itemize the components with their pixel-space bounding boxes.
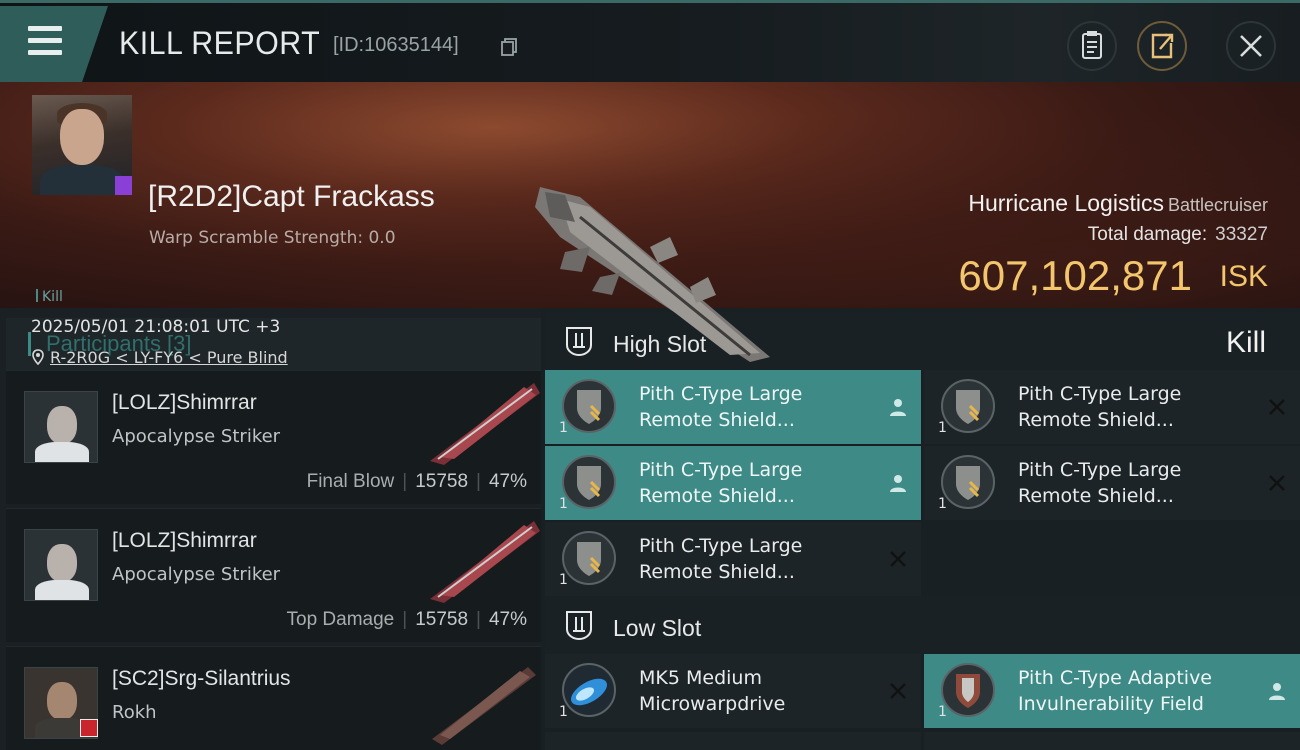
low-slot-header: Low Slot bbox=[545, 596, 1300, 656]
shield-booster-icon bbox=[562, 379, 616, 433]
module-qty: 1 bbox=[938, 420, 947, 436]
victim-ship-image bbox=[535, 187, 770, 362]
participant-avatar[interactable] bbox=[24, 391, 98, 463]
module-name: Pith C-Type Large Remote Shield... bbox=[639, 535, 803, 583]
participant-name: [LOLZ]Shimrrar bbox=[112, 529, 257, 552]
participant-stats: Top Damage | 15758 | 47% bbox=[286, 609, 527, 630]
clipboard-icon bbox=[1082, 31, 1102, 59]
ship-name[interactable]: Hurricane Logistics bbox=[968, 190, 1164, 216]
module-name: Pith C-Type Adaptive Invulnerability Fie… bbox=[1018, 667, 1212, 715]
kill-report-window: KILL REPORT [ID:10635144] [R2D2]Capt Fra… bbox=[0, 0, 1300, 750]
participant-ship-image bbox=[430, 383, 540, 465]
participant-ship-image bbox=[432, 667, 536, 745]
module-name: Pith C-Type Large Remote Shield... bbox=[1018, 383, 1182, 431]
participant-damage: 15758 bbox=[415, 609, 469, 630]
top-bar: KILL REPORT [ID:10635144] bbox=[0, 0, 1300, 82]
kill-location[interactable]: R-2R0G < LY-FY6 < Pure Blind bbox=[32, 348, 288, 367]
participants-panel: Participants [3] [LOLZ]Shimrrar Apocalyp… bbox=[0, 308, 541, 750]
module-qty: 1 bbox=[938, 496, 947, 512]
location-pin-icon bbox=[32, 349, 44, 366]
participant-percent: 47% bbox=[488, 471, 527, 492]
participant-ship: Apocalypse Striker bbox=[112, 564, 281, 585]
low-slot-icon bbox=[566, 611, 592, 641]
destroyed-x-icon bbox=[1269, 475, 1285, 491]
dropped-person-icon bbox=[890, 399, 906, 416]
module-name: MK5 Medium Microwarpdrive bbox=[639, 667, 786, 715]
shield-booster-icon bbox=[941, 379, 995, 433]
module-slot[interactable]: 1 Pith C-Type Large Remote Shield... bbox=[924, 446, 1300, 520]
module-qty: 1 bbox=[559, 496, 568, 512]
module-slot[interactable]: 1 Pith C-Type Large Remote Shield... bbox=[545, 446, 921, 520]
module-qty: 1 bbox=[559, 420, 568, 436]
corp-badge-icon bbox=[80, 719, 98, 737]
participant-avatar[interactable] bbox=[24, 529, 98, 601]
destroyed-x-icon bbox=[1269, 399, 1285, 415]
participant-ship-image bbox=[430, 521, 540, 603]
module-slot[interactable]: 1 Pith C-Type Large Remote Shield... bbox=[545, 522, 921, 596]
close-icon bbox=[1240, 35, 1262, 57]
kill-tag: Kill bbox=[36, 289, 63, 305]
low-slot-title: Low Slot bbox=[613, 615, 702, 641]
close-button[interactable] bbox=[1226, 21, 1276, 71]
invulnerability-field-icon bbox=[941, 663, 995, 717]
participant-row[interactable]: [LOLZ]Shimrrar Apocalypse Striker Final … bbox=[6, 370, 541, 504]
fitting-panel: High Slot 1 Pith C-Type Large Remote Shi… bbox=[541, 308, 1300, 750]
total-damage-value: 33327 bbox=[1215, 224, 1268, 245]
clipboard-button[interactable] bbox=[1067, 21, 1117, 71]
warp-scramble-strength: Warp Scramble Strength: 0.0 bbox=[149, 228, 396, 248]
participant-name: [SC2]Srg-Silantrius bbox=[112, 667, 291, 690]
destroyed-x-icon bbox=[890, 551, 906, 567]
destroyed-x-icon bbox=[890, 683, 906, 699]
location-link[interactable]: R-2R0G < LY-FY6 < Pure Blind bbox=[50, 348, 288, 367]
omega-badge-icon bbox=[115, 176, 132, 195]
participant-row[interactable]: [LOLZ]Shimrrar Apocalypse Striker Top Da… bbox=[6, 508, 541, 642]
total-damage-label: Total damage: bbox=[1087, 224, 1208, 245]
participant-name: [LOLZ]Shimrrar bbox=[112, 391, 257, 414]
page-title: KILL REPORT bbox=[119, 25, 321, 61]
participant-label: Final Blow bbox=[306, 471, 395, 492]
module-name: Pith C-Type Large Remote Shield... bbox=[1018, 459, 1182, 507]
module-slot-partial[interactable] bbox=[545, 732, 921, 750]
module-slot[interactable]: 1 Pith C-Type Adaptive Invulnerability F… bbox=[924, 654, 1300, 728]
module-qty: 1 bbox=[559, 572, 568, 588]
dropped-person-icon bbox=[1269, 683, 1285, 700]
module-qty: 1 bbox=[938, 704, 947, 720]
microwarpdrive-icon bbox=[562, 663, 616, 717]
participant-ship: Rokh bbox=[112, 702, 157, 723]
participant-ship: Apocalypse Striker bbox=[112, 426, 281, 447]
participant-percent: 47% bbox=[488, 609, 527, 630]
module-slot[interactable]: 1 Pith C-Type Large Remote Shield... bbox=[924, 370, 1300, 444]
total-damage: Total damage: 33327 bbox=[1088, 224, 1268, 246]
victim-ship-type: Hurricane Logistics Battlecruiser bbox=[968, 190, 1268, 217]
module-name: Pith C-Type Large Remote Shield... bbox=[639, 459, 803, 507]
share-button[interactable] bbox=[1137, 21, 1187, 71]
share-icon bbox=[1151, 33, 1174, 59]
isk-value: 607,102,871 bbox=[958, 252, 1192, 299]
kill-result-label: Kill bbox=[1225, 326, 1266, 359]
shield-booster-icon bbox=[562, 455, 616, 509]
module-slot-partial[interactable] bbox=[924, 732, 1300, 750]
isk-unit: ISK bbox=[1219, 260, 1268, 293]
participant-damage: 15758 bbox=[415, 471, 469, 492]
shield-booster-icon bbox=[941, 455, 995, 509]
dropped-person-icon bbox=[890, 475, 906, 492]
participant-label: Top Damage bbox=[286, 609, 395, 630]
module-qty: 1 bbox=[559, 704, 568, 720]
participant-stats: Final Blow | 15758 | 47% bbox=[306, 471, 527, 492]
kill-datetime: 2025/05/01 21:08:01 UTC +3 bbox=[31, 317, 281, 337]
participant-row[interactable]: [SC2]Srg-Silantrius Rokh bbox=[6, 646, 541, 750]
ship-class: Battlecruiser bbox=[1167, 195, 1268, 215]
report-id: [ID:10635144] bbox=[333, 34, 459, 56]
module-slot[interactable]: 1 Pith C-Type Large Remote Shield... bbox=[545, 370, 921, 444]
victim-name[interactable]: [R2D2]Capt Frackass bbox=[148, 180, 435, 214]
shield-booster-icon bbox=[562, 531, 616, 585]
copy-icon[interactable] bbox=[501, 38, 517, 56]
module-name: Pith C-Type Large Remote Shield... bbox=[639, 383, 803, 431]
menu-button[interactable] bbox=[0, 6, 108, 82]
module-slot[interactable]: 1 MK5 Medium Microwarpdrive bbox=[545, 654, 921, 728]
victim-header: [R2D2]Capt Frackass Warp Scramble Streng… bbox=[0, 82, 1300, 367]
